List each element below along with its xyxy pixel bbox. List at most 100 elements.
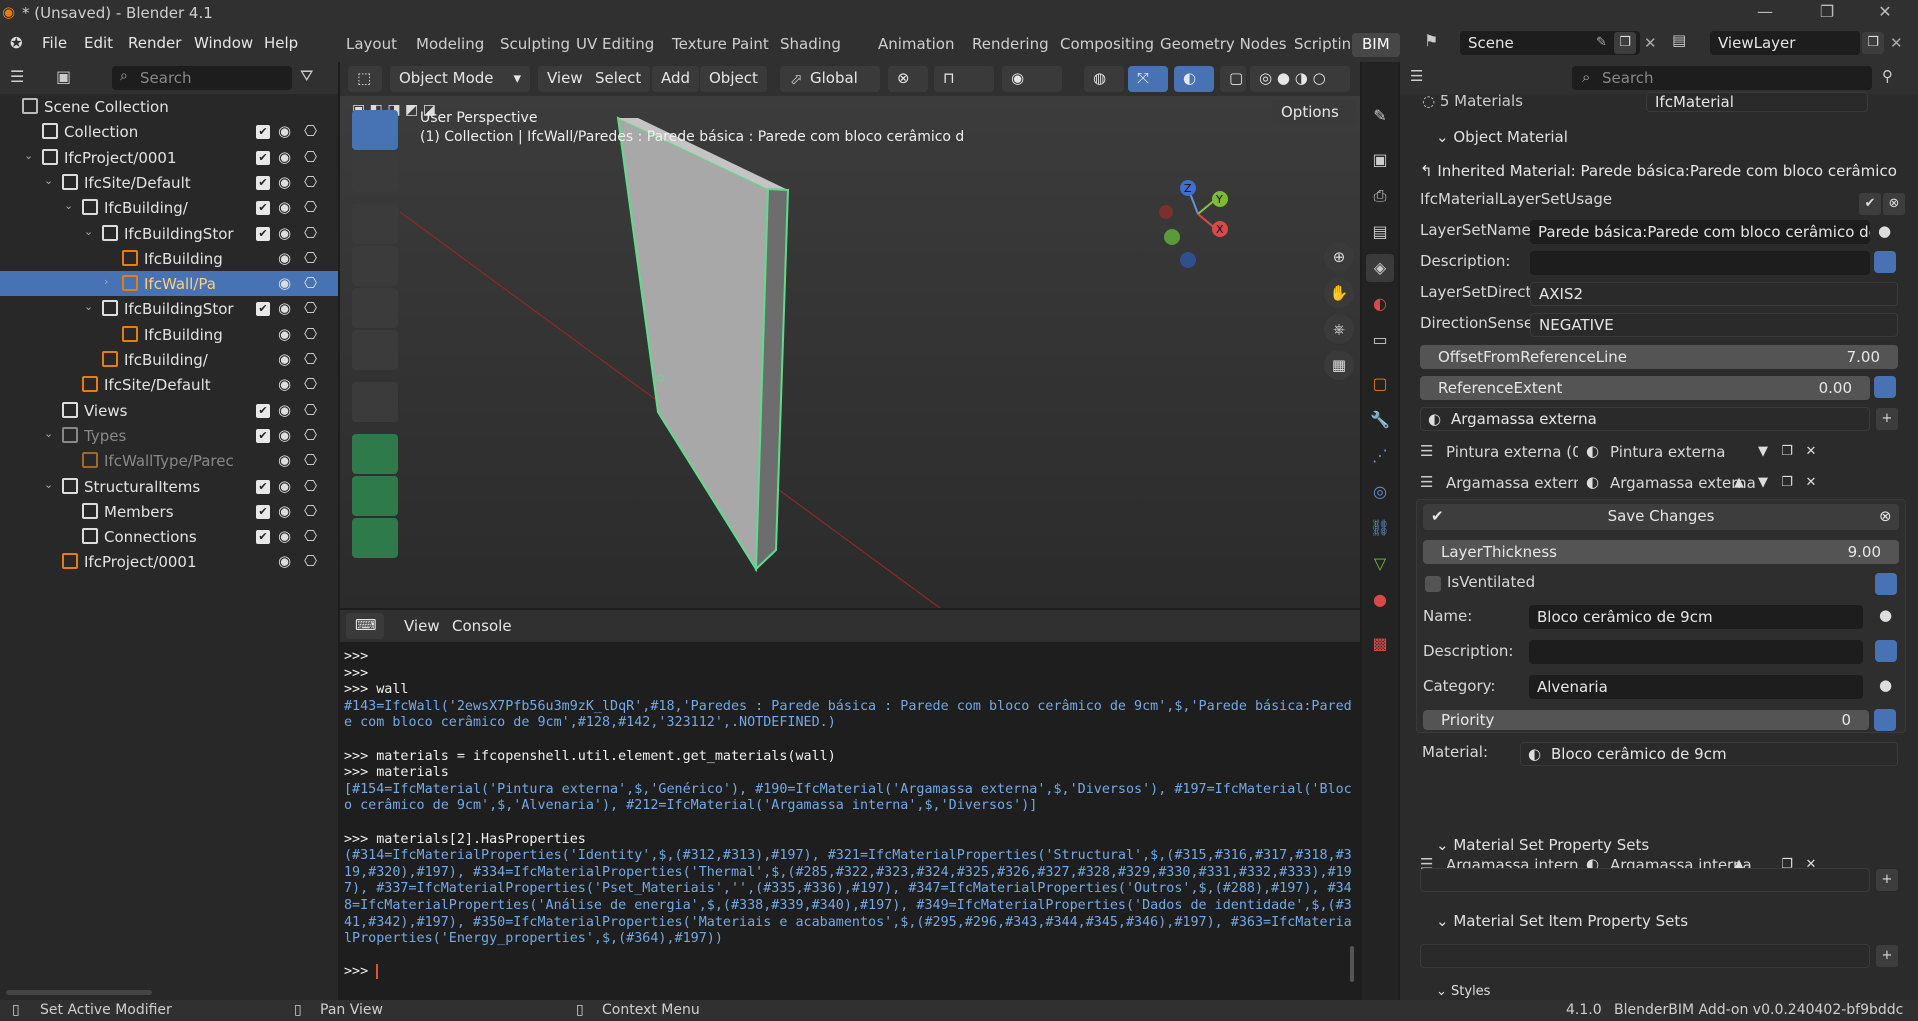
physics-tab-icon[interactable]: ◎ [1366, 478, 1394, 506]
close-icon[interactable]: ✕ [1870, 2, 1900, 21]
workspace-tab[interactable]: Shading [770, 33, 851, 57]
expand-toggle-icon[interactable]: ⌄ [24, 149, 33, 162]
eye-icon[interactable]: ◉ [278, 173, 291, 191]
camera-icon[interactable]: ⎔ [304, 502, 317, 520]
workspace-tab[interactable]: Texture Paint [662, 33, 779, 57]
dot-icon[interactable]: ● [1878, 222, 1891, 240]
outliner-row[interactable]: IfcProject/0001 ◉ ⎔ [0, 549, 338, 574]
outliner-row[interactable]: Scene Collection [0, 94, 338, 119]
camera-icon[interactable]: ⎔ [304, 451, 317, 469]
duplicate-icon[interactable]: ❐ [1776, 441, 1798, 463]
expand-toggle-icon[interactable]: ⌄ [84, 225, 93, 238]
properties-editor-icon[interactable]: ☰ [1410, 67, 1423, 85]
material-set-item-psets-section[interactable]: ⌄ Material Set Item Property Sets [1436, 912, 1688, 930]
workspace-tab[interactable]: Layout [336, 33, 407, 57]
object-material-section[interactable]: ⌄ Object Material [1436, 128, 1568, 146]
modifier-tab-icon[interactable]: 🔧 [1366, 406, 1394, 434]
cursor-tool-icon[interactable] [352, 152, 398, 192]
eye-icon[interactable]: ◉ [278, 350, 291, 368]
view-layer-tab-icon[interactable]: ▤ [1366, 218, 1394, 246]
menu-window[interactable]: Window [194, 34, 253, 52]
texture-tab-icon[interactable]: ▩ [1366, 630, 1394, 658]
outliner-row[interactable]: IfcSite/Default ◉ ⎔ [0, 372, 338, 397]
workspace-tab[interactable]: Modeling [406, 33, 494, 57]
workspace-tab[interactable]: Rendering [962, 33, 1059, 57]
layer-handle-icon[interactable]: ☰ [1420, 442, 1433, 460]
exclude-checkbox[interactable]: ✔ [256, 504, 270, 519]
reference-extent-slider[interactable]: ReferenceExtent 0.00 [1420, 376, 1870, 400]
eye-icon[interactable]: ◉ [278, 375, 291, 393]
is-ventilated-toggle-icon[interactable] [1875, 573, 1897, 595]
move-tool-icon[interactable] [352, 204, 398, 244]
outliner-row[interactable]: › IfcWall/Pa ◉ ⎔ [0, 271, 338, 297]
expand-toggle-icon[interactable]: ⌄ [44, 427, 53, 440]
exclude-checkbox[interactable]: ✔ [256, 530, 270, 545]
camera-icon[interactable]: ⎔ [304, 274, 317, 292]
object-tab-icon[interactable]: ▢ [1366, 370, 1394, 398]
3d-viewport[interactable]: Z Y X ⬚ Object Mode ▾ View Select Add Obj… [340, 62, 1360, 608]
zoom-icon[interactable]: ⊕ [1324, 242, 1354, 272]
move-up-icon[interactable]: ▲ [1728, 472, 1750, 494]
proportional-edit-icon[interactable]: ◉ [1002, 66, 1062, 92]
exclude-checkbox[interactable]: ✔ [256, 201, 270, 216]
tool-tab-icon[interactable]: ✎ [1366, 102, 1394, 130]
expand-toggle-icon[interactable]: ⌄ [44, 174, 53, 187]
cancel-x-icon[interactable]: ⊗ [1883, 193, 1905, 215]
console-scrollbar[interactable] [1350, 946, 1354, 982]
outliner-row[interactable]: Views ✔ ◉ ⎔ [0, 398, 338, 423]
refresh-icon[interactable]: ◌ [1422, 92, 1440, 110]
outliner-row[interactable]: ⌄ IfcBuildingStor ✔ ◉ ⎔ [0, 296, 338, 321]
outliner-row[interactable]: Connections ✔ ◉ ⎔ [0, 524, 338, 549]
layer-material-select[interactable]: Bloco cerâmico de 9cm [1520, 742, 1898, 766]
item-pset-select[interactable] [1420, 944, 1870, 968]
outliner-row[interactable]: IfcBuilding/ ◉ ⎔ [0, 347, 338, 372]
exclude-checkbox[interactable]: ✔ [256, 302, 270, 317]
material-set-psets-section[interactable]: ⌄ Material Set Property Sets [1436, 836, 1649, 854]
layer-thickness-slider[interactable]: LayerThickness 9.00 [1423, 540, 1899, 564]
bim-wall-tool-icon[interactable] [352, 434, 398, 474]
is-ventilated-checkbox[interactable] [1425, 576, 1441, 592]
mode-select[interactable]: Object Mode ▾ [390, 66, 530, 92]
add-item-pset-icon[interactable]: + [1876, 945, 1898, 967]
outliner-row[interactable]: Collection ✔ ◉ ⎔ [0, 119, 338, 144]
exclude-checkbox[interactable]: ✔ [256, 403, 270, 418]
material-select[interactable]: Argamassa externa [1420, 407, 1870, 431]
ortho-grid-icon[interactable]: ▦ [1324, 350, 1354, 380]
offset-slider[interactable]: OffsetFromReferenceLine 7.00 [1420, 345, 1898, 369]
workspace-tab[interactable]: Compositing [1050, 33, 1164, 57]
scene-field[interactable]: Scene [1460, 31, 1640, 55]
view-menu[interactable]: View [538, 66, 592, 92]
expand-toggle-icon[interactable]: › [104, 275, 108, 288]
camera-icon[interactable]: ⎔ [304, 350, 317, 368]
outliner-row[interactable]: ⌄ StructuralItems ✔ ◉ ⎔ [0, 474, 338, 499]
maximize-icon[interactable]: ❐ [1812, 2, 1842, 21]
add-pset-icon[interactable]: + [1876, 869, 1898, 891]
camera-icon[interactable]: ⎔ [304, 148, 317, 166]
new-scene-icon[interactable]: ❐ [1614, 32, 1636, 54]
expand-toggle-icon[interactable]: ⌄ [64, 199, 73, 212]
camera-icon[interactable]: ⎔ [304, 299, 317, 317]
remove-icon[interactable]: ✕ [1800, 441, 1822, 463]
camera-icon[interactable]: ⎔ [304, 552, 317, 570]
layer-description-input[interactable] [1529, 640, 1863, 664]
camera-icon[interactable]: ⎔ [304, 224, 317, 242]
layer-row[interactable]: ☰Argamassa externa (2...◐Argamassa exter… [1400, 469, 1918, 497]
eye-icon[interactable]: ◉ [278, 224, 291, 242]
data-tab-icon[interactable]: ▽ [1366, 550, 1394, 578]
gizmo-icon[interactable]: ⤧ [1128, 66, 1168, 92]
ref-extent-toggle-icon[interactable] [1874, 376, 1896, 398]
camera-icon[interactable]: ⎔ [304, 122, 317, 140]
close-circle-icon[interactable]: ⊗ [1879, 507, 1892, 525]
layer-set-direction-select[interactable]: AXIS2 [1530, 282, 1898, 306]
overlay-icon[interactable]: ◐ [1174, 66, 1214, 92]
select-box-tool-icon[interactable] [352, 110, 398, 150]
filter-icon[interactable]: ⛛ [300, 66, 313, 86]
menu-render[interactable]: Render [128, 34, 181, 52]
camera-icon[interactable]: ⎔ [304, 325, 317, 343]
camera-view-icon[interactable]: ⎈ [1324, 314, 1354, 344]
display-mode-icon[interactable]: ▣ [56, 67, 71, 86]
direction-sense-select[interactable]: NEGATIVE [1530, 313, 1898, 337]
remove-viewlayer-icon[interactable]: ✕ [1890, 34, 1903, 52]
layer-row[interactable]: ☰ Pintura externa (0.0) ◐ Pintura externa ▼❐… [1400, 438, 1918, 466]
dot-icon[interactable]: ● [1879, 676, 1892, 694]
